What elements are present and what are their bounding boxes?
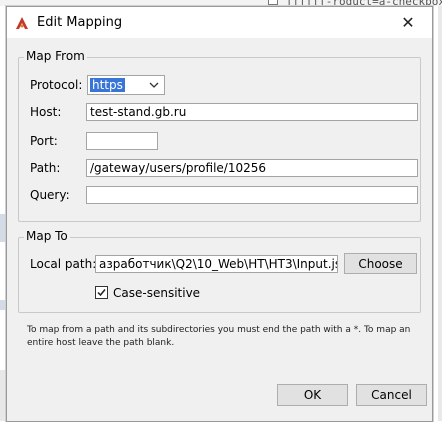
case-sensitive-label[interactable]: Case-sensitive bbox=[113, 286, 200, 300]
chevron-down-icon bbox=[149, 82, 159, 88]
background-checkbox bbox=[268, 0, 278, 5]
protocol-value: https bbox=[90, 78, 125, 92]
local-path-label: Local path: bbox=[30, 257, 97, 271]
background-scroll-strip bbox=[438, 6, 442, 421]
local-path-field[interactable]: азработчик\Q2\10_Web\HT\HT3\Input.json bbox=[95, 255, 338, 273]
map-from-title: Map From bbox=[24, 49, 87, 63]
close-icon[interactable]: ✕ bbox=[395, 11, 421, 33]
host-field[interactable]: test-stand.gb.ru bbox=[86, 103, 418, 121]
dialog-title: Edit Mapping bbox=[37, 15, 123, 30]
host-label: Host: bbox=[30, 105, 62, 119]
cancel-button[interactable]: Cancel bbox=[356, 384, 427, 406]
protocol-dropdown[interactable]: https bbox=[87, 75, 165, 95]
map-to-group bbox=[18, 237, 421, 313]
protocol-label: Protocol: bbox=[30, 78, 83, 92]
query-label: Query: bbox=[30, 188, 70, 202]
ok-button[interactable]: OK bbox=[277, 384, 348, 406]
case-sensitive-checkbox[interactable] bbox=[95, 286, 108, 299]
dialog-titlebar[interactable]: Edit Mapping ✕ bbox=[7, 7, 432, 38]
choose-button[interactable]: Choose bbox=[344, 253, 417, 274]
port-field[interactable] bbox=[86, 132, 158, 150]
checkmark-icon bbox=[97, 289, 106, 297]
map-to-title: Map To bbox=[24, 229, 70, 243]
help-text-line2: entire host leave the path blank. bbox=[27, 338, 175, 348]
query-field[interactable] bbox=[86, 186, 418, 204]
path-label: Path: bbox=[30, 161, 61, 175]
help-text-line1: To map from a path and its subdirectorie… bbox=[27, 325, 411, 335]
port-label: Port: bbox=[30, 134, 58, 148]
edit-mapping-dialog: Edit Mapping ✕ Map From Protocol: https … bbox=[6, 6, 433, 422]
path-field[interactable]: /gateway/users/profile/10256 bbox=[86, 159, 418, 177]
java-app-icon bbox=[16, 17, 28, 29]
